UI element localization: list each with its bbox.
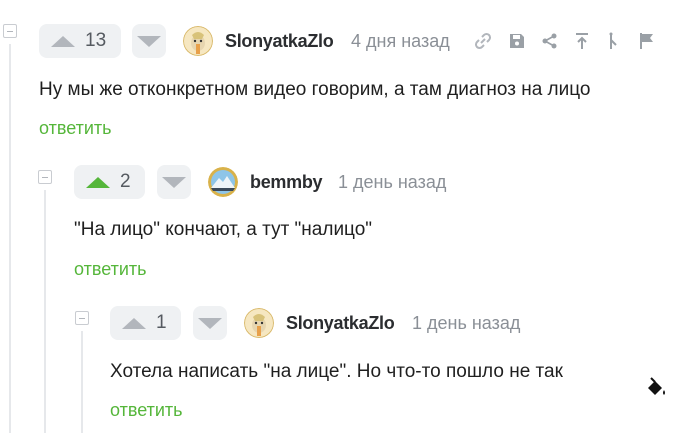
arrow-up-icon — [51, 35, 75, 47]
rating-count: 13 — [85, 30, 107, 51]
upvote-button[interactable]: 1 — [110, 306, 181, 340]
upvote-button[interactable]: 13 — [39, 24, 121, 58]
arrow-up-icon — [122, 317, 146, 329]
timestamp[interactable]: 1 день назад — [412, 313, 520, 334]
avatar-mountain-icon — [208, 167, 238, 197]
thread-line[interactable] — [44, 190, 46, 433]
branch-icon[interactable] — [604, 31, 624, 51]
rating-count: 1 — [156, 312, 167, 333]
collapse-toggle[interactable] — [38, 170, 52, 184]
downvote-button[interactable] — [157, 165, 191, 199]
timestamp[interactable]: 1 день назад — [338, 172, 446, 193]
upvote-button[interactable]: 2 — [74, 165, 145, 199]
avatar[interactable] — [208, 167, 238, 197]
comment-text: Хотела написать "на лице". Но что-то пош… — [110, 361, 563, 382]
paint-bucket-icon[interactable] — [644, 376, 668, 400]
reply-link[interactable]: ответить — [74, 259, 147, 280]
branch-up-icon[interactable] — [572, 31, 592, 51]
flag-icon[interactable] — [637, 31, 657, 51]
share-icon[interactable] — [540, 31, 560, 51]
timestamp[interactable]: 4 дня назад — [351, 31, 450, 52]
downvote-button[interactable] — [132, 24, 166, 58]
username[interactable]: bemmby — [250, 172, 323, 193]
reply-link[interactable]: ответить — [110, 400, 183, 421]
arrow-up-icon — [86, 176, 110, 188]
username[interactable]: SlonyatkaZlo — [225, 31, 334, 52]
collapse-toggle[interactable] — [75, 311, 89, 325]
reply-link[interactable]: ответить — [39, 118, 112, 139]
rating-count: 2 — [120, 171, 131, 192]
comment-text: Ну мы же отконкретном видео говорим, а т… — [39, 79, 591, 100]
save-icon[interactable] — [507, 31, 527, 51]
avatar-elephant-icon — [183, 26, 213, 56]
collapse-toggle[interactable] — [3, 24, 17, 38]
thread-line[interactable] — [81, 331, 83, 433]
avatar-elephant-icon — [244, 308, 274, 338]
link-icon[interactable] — [473, 31, 493, 51]
thread-line[interactable] — [9, 44, 11, 433]
avatar[interactable] — [244, 308, 274, 338]
comment-text: "На лицо" кончают, а тут "налицо" — [74, 219, 373, 240]
username[interactable]: SlonyatkaZlo — [286, 313, 395, 334]
downvote-button[interactable] — [193, 306, 227, 340]
avatar[interactable] — [183, 26, 213, 56]
